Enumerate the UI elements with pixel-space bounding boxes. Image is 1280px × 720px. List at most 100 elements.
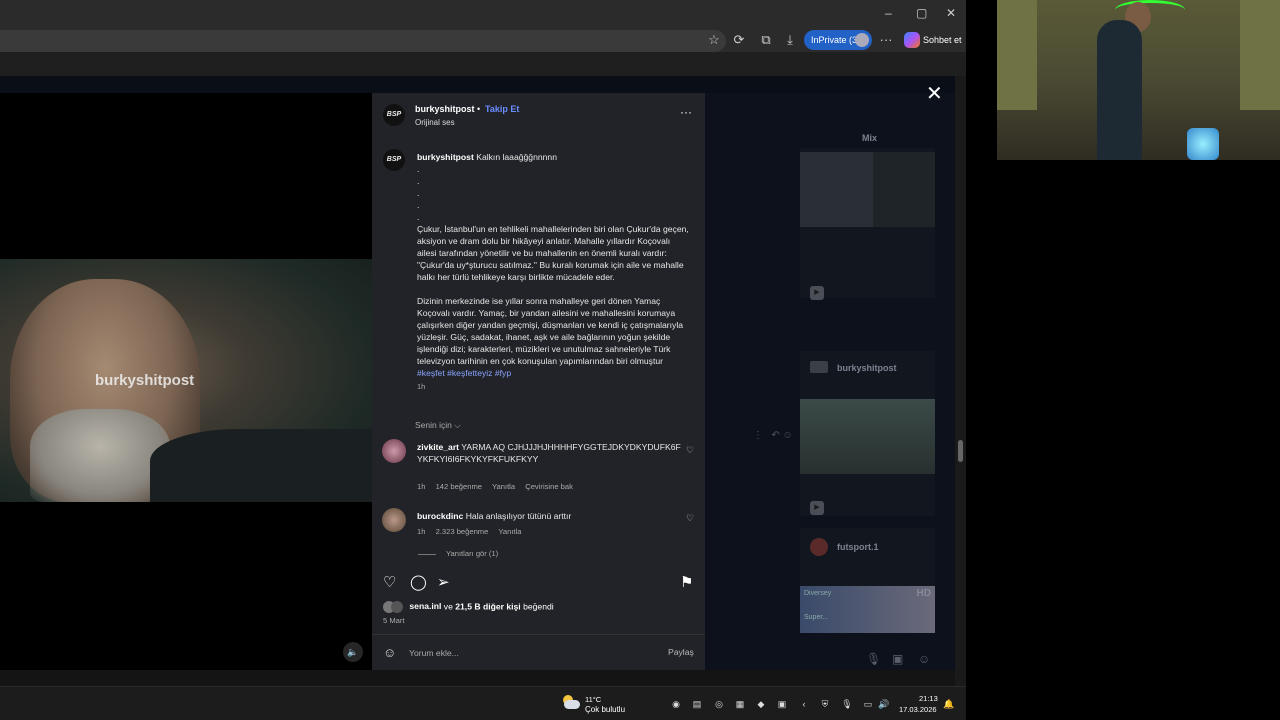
comment-text: Hala anlaşılıyor tütünü arttır xyxy=(465,511,572,521)
image-icon[interactable]: ▣ xyxy=(892,652,903,666)
comment-text-block: zivkite_art YARMA AQ CJHJJJHJHHHHFYGGTEJ… xyxy=(417,441,682,465)
commenter-username[interactable]: burockdinc xyxy=(417,511,463,521)
close-window-button[interactable]: ✕ xyxy=(946,6,956,20)
video-watermark: burkyshitpost xyxy=(95,372,195,389)
settings-more-icon[interactable]: ··· xyxy=(878,32,894,48)
caption-first-line: Kalkın laaağğğnnnnn xyxy=(476,152,557,162)
weather-cloudy-icon[interactable] xyxy=(561,695,581,711)
commenter-avatar[interactable] xyxy=(382,508,406,532)
app-tray-icon[interactable]: ◎ xyxy=(713,698,725,710)
shield-icon[interactable]: ⛨ xyxy=(819,698,831,710)
bookmark-icon[interactable]: ⚑ xyxy=(680,573,693,591)
comment-like-icon[interactable]: ♡ xyxy=(686,445,694,456)
caption-username[interactable]: burkyshitpost xyxy=(417,152,474,162)
minimize-button[interactable]: – xyxy=(885,6,892,20)
liked-by-count[interactable]: 21,5 B diğer kişi xyxy=(455,601,520,611)
comment-time: 1h xyxy=(417,527,426,536)
inprivate-button[interactable]: InPrivate (3) xyxy=(804,30,872,50)
video-frame[interactable]: burkyshitpost xyxy=(0,259,372,502)
feed-thumbnail xyxy=(873,152,935,227)
caption-hashtags[interactable]: #keşfet #keşfetteyiz #fyp xyxy=(417,368,511,378)
comment-like-icon[interactable]: ♡ xyxy=(686,513,694,524)
microphone-icon[interactable]: 🎙 xyxy=(866,652,881,666)
reel-play-icon: ▶ xyxy=(810,286,824,300)
taskbar: 11°C Çok bulutlu ◉ ▤ ◎ ▦ ◆ ▣ ‹ ⛨ 🎙 ▭ 🔊 2… xyxy=(0,686,966,720)
volume-icon[interactable]: 🔊 xyxy=(878,698,890,710)
app-tray-icon[interactable]: ▣ xyxy=(776,698,788,710)
feed-thumbnail xyxy=(800,399,935,474)
feed-card[interactable]: burkyshitpost ▶ xyxy=(800,351,935,516)
comment-composer: ☺ Paylaş xyxy=(372,634,705,670)
favorite-star-icon[interactable]: ☆ xyxy=(706,32,722,48)
thumb-text: Diversey xyxy=(804,590,832,597)
comment-input[interactable] xyxy=(409,645,639,661)
feed-card[interactable]: futsport.1 Diversey Super... HD xyxy=(800,528,935,633)
liked-by[interactable]: sena.inl ve 21,5 B diğer kişi beğendi xyxy=(383,601,554,613)
comment-bubble-icon[interactable]: ◯ xyxy=(410,573,427,591)
copilot-button[interactable]: Sohbet et xyxy=(902,31,966,49)
app-tray-icon[interactable]: ‹ xyxy=(798,698,810,710)
maximize-button[interactable]: ▢ xyxy=(916,6,927,20)
comment-likes[interactable]: 142 beğenme xyxy=(436,482,482,491)
clock-date[interactable]: 17.03.2026 xyxy=(899,705,937,714)
profile-avatar xyxy=(855,33,869,47)
share-send-icon[interactable]: ➢ xyxy=(437,573,450,591)
feed-card-username: burkyshitpost xyxy=(837,363,897,373)
mute-button[interactable]: 🔈 xyxy=(343,642,363,662)
background-feed: Mix ▶ burkyshitpost ▶ futsport.1 Diverse… xyxy=(705,93,955,670)
microphone-icon[interactable]: 🎙 xyxy=(841,698,853,710)
app-tray-icon[interactable]: ▦ xyxy=(734,698,746,710)
liked-by-user[interactable]: sena.inl xyxy=(409,601,441,611)
post-comment-button[interactable]: Paylaş xyxy=(668,647,694,657)
webcam-curtain xyxy=(1240,0,1280,110)
copilot-icon xyxy=(904,32,920,48)
inprivate-label: InPrivate (3) xyxy=(811,35,861,45)
author-avatar[interactable]: BSP xyxy=(383,104,405,126)
comment-text-block: burockdinc Hala anlaşılıyor tütünü arttı… xyxy=(417,510,682,522)
commenter-username[interactable]: zivkite_art xyxy=(417,442,459,452)
liked-by-suffix: beğendi xyxy=(523,601,554,612)
weather-description[interactable]: Çok bulutlu xyxy=(585,705,625,714)
scrollbar[interactable] xyxy=(955,76,966,686)
scroll-thumb[interactable] xyxy=(958,440,963,462)
more-options-icon[interactable]: ··· xyxy=(680,105,692,119)
webcam-person xyxy=(1097,20,1142,160)
webcam-curtain xyxy=(997,0,1037,110)
sticker-icon[interactable]: ☺ xyxy=(918,652,930,666)
page-bottom-bar xyxy=(0,670,955,686)
feed-card-username: futsport.1 xyxy=(837,542,879,552)
browser-window: – ▢ ✕ ☆ ⟳ ⧉ ⤓ InPrivate (3) ··· Sohbet e… xyxy=(0,0,966,686)
view-replies-button[interactable]: Yanıtları gör (1) xyxy=(418,549,498,558)
caption-paragraph: Dizinin merkezinde ise yıllar sonra maha… xyxy=(417,296,684,366)
url-field[interactable] xyxy=(0,30,726,52)
caption-avatar[interactable]: BSP xyxy=(383,149,405,171)
author-username[interactable]: burkyshitpost xyxy=(415,104,475,114)
weather-temperature[interactable]: 11°C xyxy=(585,695,601,704)
reply-button[interactable]: Yanıtla xyxy=(492,482,515,491)
emoji-icon[interactable]: ☺ xyxy=(383,645,396,660)
feed-card[interactable]: ▶ xyxy=(800,148,935,300)
follow-button[interactable]: Takip Et xyxy=(485,104,519,114)
webcam-lamp xyxy=(1187,128,1219,160)
app-tray-icon[interactable]: ▤ xyxy=(691,698,703,710)
reply-button[interactable]: Yanıtla xyxy=(498,527,521,536)
close-icon[interactable]: ✕ xyxy=(926,84,943,104)
extensions-icon[interactable]: ⟳ xyxy=(731,32,747,48)
clock-time[interactable]: 21:13 xyxy=(919,694,938,703)
app-tray-icon[interactable]: ◆ xyxy=(755,698,767,710)
video-area[interactable]: burkyshitpost xyxy=(0,93,372,670)
notification-bell-icon[interactable]: 🔔 xyxy=(943,698,955,710)
app-tray-icon[interactable]: ◉ xyxy=(670,698,682,710)
like-heart-icon[interactable]: ♡ xyxy=(383,573,396,591)
commenter-avatar[interactable] xyxy=(382,439,406,463)
monitor-icon[interactable]: ▭ xyxy=(862,698,874,710)
collections-icon[interactable]: ⧉ xyxy=(758,32,774,48)
page-top-strip xyxy=(0,52,966,76)
audio-label[interactable]: Orijinal ses xyxy=(415,118,455,127)
download-icon[interactable]: ⤓ xyxy=(782,32,798,48)
caption-paragraph: Çukur, İstanbul'un en tehlikeli mahallel… xyxy=(417,224,689,282)
comment-filter-dropdown[interactable]: Senin için ⌵ xyxy=(415,420,461,431)
comment-likes[interactable]: 2.323 beğenme xyxy=(436,527,489,536)
thumb-text: Super... xyxy=(804,614,829,621)
translate-button[interactable]: Çevirisine bak xyxy=(525,482,573,491)
